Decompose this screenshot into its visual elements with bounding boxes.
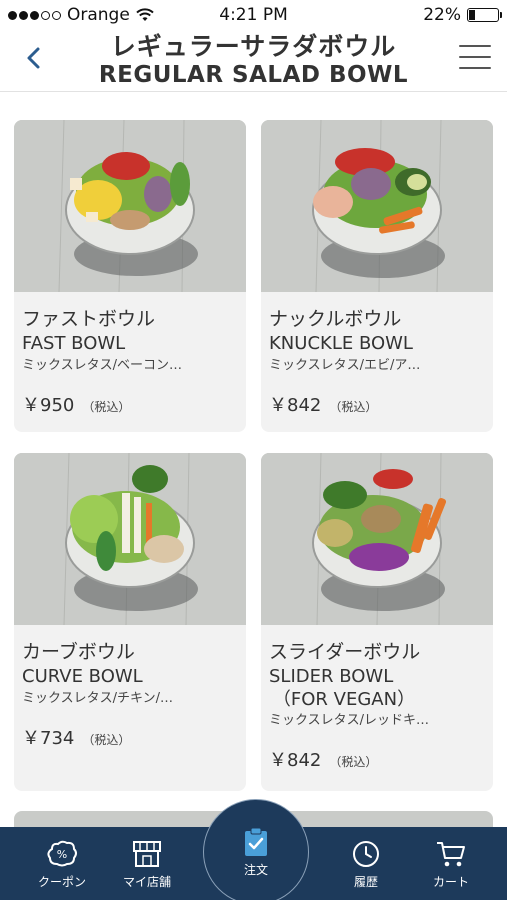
- app-header: レギュラーサラダボウル REGULAR SALAD BOWL: [0, 30, 507, 92]
- product-price: ￥842: [269, 395, 322, 416]
- cart-icon: [437, 842, 465, 867]
- product-description: ミックスレタス/ベーコン…: [22, 358, 182, 373]
- battery-percent: 22%: [423, 5, 461, 25]
- product-description: ミックスレタス/レッドキ…: [269, 713, 429, 728]
- product-price: ￥842: [269, 750, 322, 771]
- bottom-nav: % クーポン マイ店舗 注文 履歴 カート: [0, 799, 507, 900]
- svg-text:%: %: [57, 848, 67, 861]
- clipboard-check-icon: [245, 827, 267, 856]
- back-button[interactable]: [14, 38, 54, 78]
- nav-history-label: 履歴: [353, 875, 378, 889]
- page-title-en: REGULAR SALAD BOWL: [98, 62, 409, 88]
- nav-coupon[interactable]: % クーポン: [22, 827, 102, 900]
- menu-button[interactable]: [459, 43, 491, 71]
- product-description: ミックスレタス/チキン/…: [22, 691, 173, 706]
- product-name-en: SLIDER BOWL: [269, 666, 394, 687]
- product-name-ja: スライダーボウル: [269, 641, 421, 663]
- product-name-ja: カーブボウル: [22, 641, 135, 663]
- price-row: ￥842 （税込）: [269, 746, 485, 772]
- tax-note: （税込）: [329, 755, 378, 769]
- salad-bowl-image: [261, 453, 493, 625]
- product-name-en: FAST BOWL: [22, 333, 126, 354]
- product-name-ja: ナックルボウル: [269, 308, 402, 330]
- tax-note: （税込）: [82, 733, 131, 747]
- chevron-left-icon: [27, 47, 40, 69]
- tax-note: （税込）: [329, 400, 378, 414]
- product-price: ￥950: [22, 395, 75, 416]
- product-card-fast-bowl[interactable]: ファストボウル FAST BOWL ミックスレタス/ベーコン… ￥950 （税込…: [14, 120, 246, 432]
- product-card-curve-bowl[interactable]: カーブボウル CURVE BOWL ミックスレタス/チキン/… ￥734 （税込…: [14, 453, 246, 791]
- price-row: ￥842 （税込）: [269, 391, 485, 417]
- product-image: [14, 120, 246, 292]
- product-name-en: KNUCKLE BOWL: [269, 333, 413, 354]
- page-title: レギュラーサラダボウル REGULAR SALAD BOWL: [60, 32, 447, 88]
- salad-bowl-image: [14, 453, 246, 625]
- product-description: ミックスレタス/エビ/ア…: [269, 358, 421, 373]
- page-title-ja: レギュラーサラダボウル: [110, 32, 397, 61]
- battery-level: [469, 10, 476, 20]
- nav-my-store-label: マイ店舗: [122, 875, 171, 889]
- nav-cart[interactable]: カート: [411, 827, 491, 900]
- price-row: ￥950 （税込）: [22, 391, 238, 417]
- nav-order-label: 注文: [243, 862, 268, 877]
- nav-coupon-label: クーポン: [37, 875, 86, 889]
- product-name-en: CURVE BOWL: [22, 666, 143, 687]
- store-icon: [133, 841, 161, 867]
- product-card-slider-bowl[interactable]: スライダーボウル SLIDER BOWL （FOR VEGAN） ミックスレタス…: [261, 453, 493, 791]
- nav-history[interactable]: 履歴: [326, 827, 406, 900]
- salad-bowl-image: [261, 120, 493, 292]
- product-image: [261, 453, 493, 625]
- coupon-icon: %: [47, 840, 77, 867]
- tax-note: （税込）: [82, 400, 131, 414]
- product-image: [14, 453, 246, 625]
- product-grid: ファストボウル FAST BOWL ミックスレタス/ベーコン… ￥950 （税込…: [0, 92, 507, 827]
- nav-my-store[interactable]: マイ店舗: [107, 827, 187, 900]
- product-name-ja: ファストボウル: [22, 308, 156, 330]
- product-image: [261, 120, 493, 292]
- battery-info: 22%: [423, 5, 502, 25]
- nav-cart-label: カート: [432, 875, 469, 889]
- product-name-en-sub: （FOR VEGAN）: [272, 689, 416, 710]
- salad-bowl-image: [14, 120, 246, 292]
- battery-icon: [467, 8, 502, 22]
- product-price: ￥734: [22, 728, 75, 749]
- price-row: ￥734 （税込）: [22, 724, 238, 750]
- clock-icon: [353, 841, 379, 867]
- product-card-knuckle-bowl[interactable]: ナックルボウル KNUCKLE BOWL ミックスレタス/エビ/ア… ￥842 …: [261, 120, 493, 432]
- hamburger-menu-icon: [459, 45, 491, 47]
- status-bar: Orange 4:21 PM 22%: [0, 0, 507, 30]
- nav-order[interactable]: 注文: [203, 799, 309, 900]
